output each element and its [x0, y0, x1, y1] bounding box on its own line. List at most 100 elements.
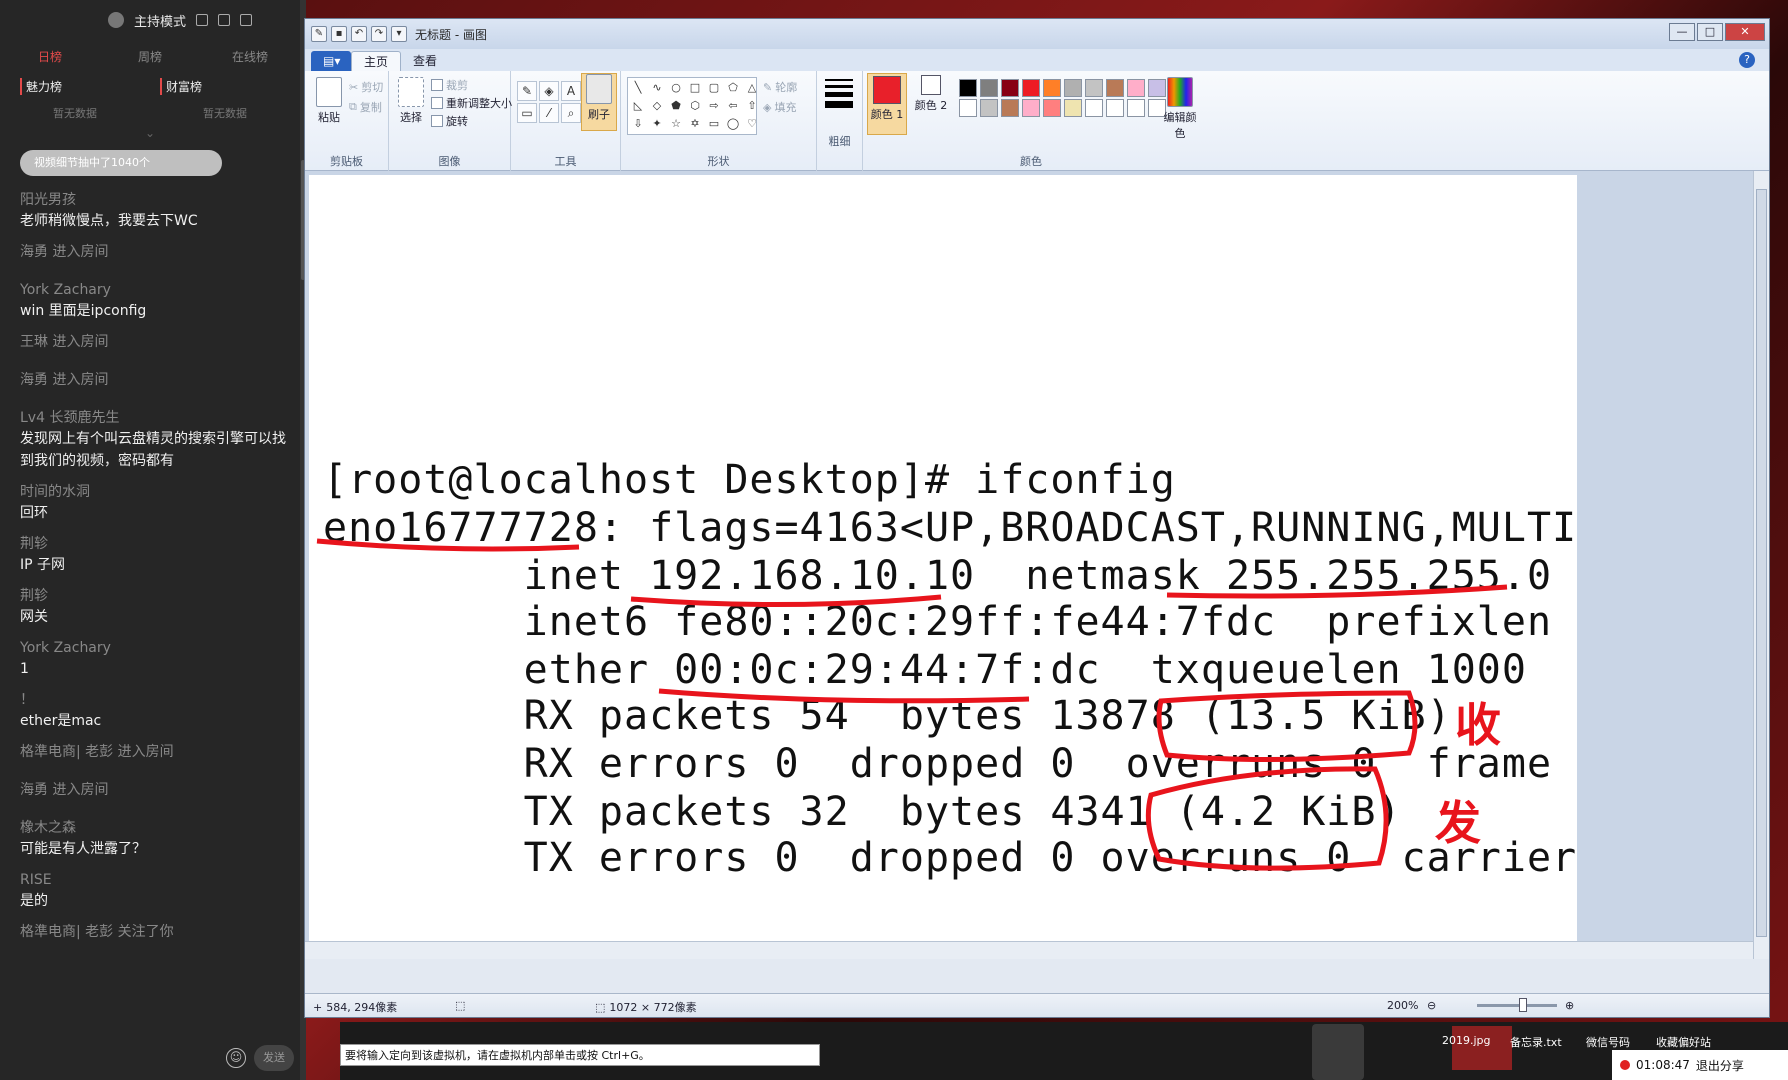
send-button[interactable]: 发送	[254, 1045, 294, 1071]
palette-color-swatch[interactable]	[1106, 99, 1124, 117]
palette-color-swatch[interactable]	[959, 99, 977, 117]
window-icon[interactable]	[240, 14, 253, 26]
chat-username[interactable]: 荆轸	[20, 586, 290, 606]
minimize-button[interactable]: —	[1669, 23, 1695, 41]
chat-username[interactable]: York Zachary	[20, 280, 290, 300]
horizontal-scrollbar[interactable]	[305, 941, 1753, 959]
collapse-chevron-icon[interactable]: ⌄	[0, 126, 300, 146]
palette-color-swatch[interactable]	[1043, 99, 1061, 117]
tab-view[interactable]: 查看	[401, 51, 449, 71]
palette-color-swatch[interactable]	[1022, 99, 1040, 117]
vertical-scrollbar[interactable]	[1753, 171, 1769, 959]
paint-app-icon[interactable]: ✎	[311, 26, 327, 42]
rotate-button[interactable]: 旋转	[431, 113, 468, 129]
chat-username[interactable]: 时间的水洞	[20, 482, 290, 502]
chat-username[interactable]: ！	[20, 690, 290, 710]
pencil-icon[interactable]: ✎	[517, 81, 537, 101]
maximize-button[interactable]: □	[1697, 23, 1723, 41]
paste-button[interactable]: 粘贴	[311, 77, 347, 125]
palette-color-swatch[interactable]	[1106, 79, 1124, 97]
star4-icon[interactable]: ✦	[649, 116, 665, 132]
rounded-rect-icon[interactable]: ▢	[706, 80, 722, 96]
zoom-in-button[interactable]: ⊕	[1565, 999, 1574, 1012]
taskbar-thumb[interactable]	[1452, 1026, 1512, 1070]
chat-username[interactable]: Lv4 长颈鹿先生	[20, 408, 290, 428]
palette-color-swatch[interactable]	[1001, 79, 1019, 97]
line-shape-icon[interactable]: ╲	[630, 80, 646, 96]
close-button[interactable]: ✕	[1725, 23, 1765, 41]
taskbar-item[interactable]: 2019.jpg	[1442, 1034, 1491, 1047]
zoom-out-button[interactable]: ⊖	[1427, 999, 1436, 1012]
emoji-icon[interactable]: ☺	[226, 1048, 246, 1068]
callout-rect-icon[interactable]: ▭	[706, 116, 722, 132]
crop-button[interactable]: 裁剪	[431, 77, 468, 93]
resize-button[interactable]: 重新调整大小	[431, 95, 512, 111]
eraser-icon[interactable]: ▭	[517, 103, 537, 123]
wealth-rank-tab[interactable]: 财富榜	[160, 77, 300, 95]
palette-color-swatch[interactable]	[1043, 79, 1061, 97]
left-arrow-icon[interactable]: ⇦	[725, 98, 741, 114]
chat-username[interactable]: 荆轸	[20, 534, 290, 554]
chat-username[interactable]: 橡木之森	[20, 818, 290, 838]
palette-color-swatch[interactable]	[980, 99, 998, 117]
customize-toolbar-icon[interactable]: ▾	[391, 26, 407, 42]
palette-color-swatch[interactable]	[1001, 99, 1019, 117]
down-arrow-icon[interactable]: ⇩	[630, 116, 646, 132]
undo-icon[interactable]: ↶	[351, 26, 367, 42]
redo-icon[interactable]: ↷	[371, 26, 387, 42]
palette-color-swatch[interactable]	[959, 79, 977, 97]
end-share-button[interactable]: 退出分享	[1696, 1057, 1744, 1074]
zoom-slider[interactable]	[1477, 998, 1557, 1012]
outline-button[interactable]: ✎ 轮廓	[763, 79, 797, 95]
curve-shape-icon[interactable]: ∿	[649, 80, 665, 96]
star5-icon[interactable]: ☆	[668, 116, 684, 132]
settings-icon[interactable]	[196, 14, 209, 26]
line-width-icon[interactable]	[825, 79, 853, 112]
image-icon[interactable]	[218, 14, 231, 26]
color2-button[interactable]: 颜色 2	[911, 73, 951, 113]
rect-shape-icon[interactable]: □	[687, 80, 703, 96]
edit-colors-button[interactable]: 编辑颜色	[1163, 77, 1197, 141]
brush-button[interactable]: 刷子	[581, 73, 617, 131]
copy-button[interactable]: ⧉ 复制	[349, 99, 382, 115]
star6-icon[interactable]: ✡	[687, 116, 703, 132]
palette-color-swatch[interactable]	[1127, 99, 1145, 117]
chat-username[interactable]: York Zachary	[20, 638, 290, 658]
taskbar-item[interactable]: 微信号码	[1586, 1034, 1630, 1050]
paint-titlebar[interactable]: ✎ ▪ ↶ ↷ ▾ 无标题 - 画图 — □ ✕	[305, 19, 1769, 49]
text-icon[interactable]: A	[561, 81, 581, 101]
tab-daily[interactable]: 日榜	[0, 48, 100, 65]
fill-bucket-icon[interactable]: ◈	[539, 81, 559, 101]
help-icon[interactable]: ?	[1739, 52, 1755, 68]
taskbar-item[interactable]: 备忘录.txt	[1510, 1034, 1562, 1050]
palette-color-swatch[interactable]	[1085, 79, 1103, 97]
palette-color-swatch[interactable]	[1127, 79, 1145, 97]
host-mode-label[interactable]: 主持模式	[134, 11, 186, 30]
right-triangle-icon[interactable]: ◺	[630, 98, 646, 114]
tab-weekly[interactable]: 周榜	[100, 48, 200, 65]
charm-rank-tab[interactable]: 魅力榜	[20, 77, 160, 95]
palette-color-swatch[interactable]	[1064, 79, 1082, 97]
fill-button[interactable]: ◈ 填充	[763, 99, 796, 115]
heart-shape-icon[interactable]: ♡	[744, 116, 760, 132]
scroll-thumb[interactable]	[1756, 189, 1767, 937]
pentagon-shape-icon[interactable]: ⬟	[668, 98, 684, 114]
polygon-shape-icon[interactable]: ⬠	[725, 80, 741, 96]
tab-online[interactable]: 在线榜	[200, 48, 300, 65]
color-picker-icon[interactable]: ⁄	[539, 103, 559, 123]
magnifier-icon[interactable]: ⌕	[561, 103, 581, 123]
taskbar-item[interactable]: 收藏偏好站	[1656, 1034, 1711, 1050]
right-arrow-icon[interactable]: ⇨	[706, 98, 722, 114]
palette-color-swatch[interactable]	[1064, 99, 1082, 117]
chat-username[interactable]: RISE	[20, 870, 290, 890]
paint-canvas[interactable]: [root@localhost Desktop]# ifconfig eno167…	[309, 175, 1577, 959]
palette-color-swatch[interactable]	[1022, 79, 1040, 97]
tab-home[interactable]: 主页	[351, 51, 402, 71]
oval-shape-icon[interactable]: ○	[668, 80, 684, 96]
triangle-shape-icon[interactable]: △	[744, 80, 760, 96]
hexagon-shape-icon[interactable]: ⬡	[687, 98, 703, 114]
select-button[interactable]: 选择	[393, 77, 429, 125]
color1-button[interactable]: 颜色 1	[867, 73, 907, 135]
chat-username[interactable]: 阳光男孩	[20, 190, 290, 210]
file-menu-button[interactable]: ▤▾	[311, 51, 351, 71]
